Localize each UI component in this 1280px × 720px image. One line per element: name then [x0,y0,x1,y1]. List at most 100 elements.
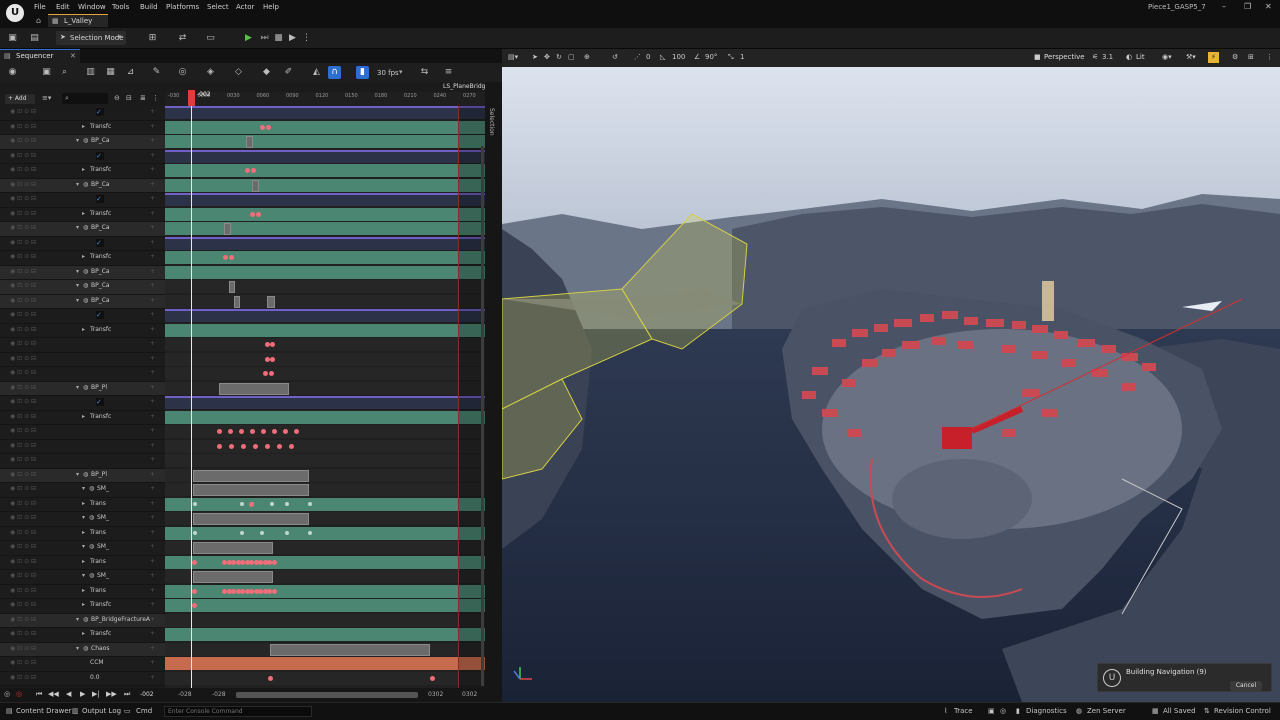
keyframe[interactable] [229,255,234,260]
visibility-icon[interactable]: ◉ ⊡ ⊙ ⊟ [10,500,36,507]
menu-build[interactable]: Build [140,3,158,11]
keyframe[interactable] [229,443,234,449]
scale-snap-value[interactable]: 1 [740,53,744,61]
list-icon[interactable]: ≣ [140,94,146,102]
keyframe[interactable] [289,443,294,449]
time-ruler[interactable]: -030 0000 0030 0060 0090 0120 0150 0180 0210 0240… [165,92,485,106]
keyframe[interactable] [285,501,289,506]
visibility-icon[interactable]: ◉ ⊡ ⊙ ⊟ [10,398,36,405]
section-bar[interactable] [193,571,273,583]
add-icon[interactable]: + [150,210,155,217]
chevron-down-icon[interactable]: ▾ [82,572,85,579]
menu-window[interactable]: Window [78,3,106,11]
lit-dropdown[interactable]: Lit [1136,53,1145,61]
visibility-icon[interactable]: ◉ ⊡ ⊙ ⊟ [10,659,36,666]
timeline-track[interactable] [165,439,485,453]
keyframe[interactable] [228,429,233,434]
surface-snap-icon[interactable]: ↺ [612,53,618,61]
visibility-icon[interactable]: ◉ ⊡ ⊙ ⊟ [10,572,36,579]
expand-icon[interactable]: ⊟ [126,94,132,102]
keyframe[interactable] [245,168,250,173]
chevron-right-icon[interactable]: ▸ [82,413,85,420]
visibility-icon[interactable]: ◉ ⊡ ⊙ ⊟ [10,311,36,318]
save-sequence-icon[interactable]: ▣ [40,66,53,79]
track-checkbox[interactable]: ✓ [96,398,104,406]
keyframe[interactable] [308,530,312,535]
eye-icon[interactable]: ◎ [176,66,189,79]
visibility-icon[interactable]: ◉ ⊡ ⊙ ⊟ [10,442,36,449]
chevron-right-icon[interactable]: ▸ [82,601,85,608]
outliner-row[interactable]: ◉ ⊡ ⊙ ⊟ ▾ ◍ SM_ + [0,512,165,527]
chevron-right-icon[interactable]: ▸ [82,210,85,217]
timeline-track[interactable] [165,309,485,322]
visibility-icon[interactable]: ◉ ⊡ ⊙ ⊟ [10,282,36,289]
visibility-icon[interactable]: ◉ ⊡ ⊙ ⊟ [10,268,36,275]
add-icon[interactable]: + [150,442,155,449]
visibility-icon[interactable]: ◉ ⊡ ⊙ ⊟ [10,471,36,478]
keyframe[interactable] [268,675,273,681]
keyframe[interactable] [239,429,244,434]
chevron-down-icon[interactable]: ▾ [76,282,79,289]
timeline-track[interactable] [165,265,485,279]
outliner-row[interactable]: ◉ ⊡ ⊙ ⊟ ▸ Transfc + [0,120,165,135]
chevron-down-icon[interactable]: ▾ [76,471,79,478]
timeline-track[interactable] [165,396,485,409]
visibility-icon[interactable]: ◉ ⊡ ⊙ ⊟ [10,355,36,362]
chevron-down-icon[interactable]: ▾ [76,181,79,188]
visibility-icon[interactable]: ◉ ⊡ ⊙ ⊟ [10,224,36,231]
chevron-right-icon[interactable]: ▸ [82,123,85,130]
outliner-row[interactable]: ◉ ⊡ ⊙ ⊟ ▾ ◍ SM_ + [0,570,165,585]
add-icon[interactable]: + [150,659,155,666]
timeline-track[interactable] [165,613,485,627]
menu-edit[interactable]: Edit [56,3,70,11]
add-icon[interactable]: + [150,340,155,347]
visibility-icon[interactable]: ◉ ⊡ ⊙ ⊟ [10,297,36,304]
grid-snap-icon[interactable]: ⋰ [634,53,641,61]
keyframe[interactable] [260,530,264,535]
visibility-icon[interactable]: ◉ ⊡ ⊙ ⊟ [10,645,36,652]
add-icon[interactable]: + [150,674,155,681]
more-options-icon[interactable]: ⋮ [1266,53,1273,61]
chevron-down-icon[interactable]: ▾ [76,616,79,623]
section-bar[interactable] [234,295,240,308]
keyframe[interactable] [294,429,299,434]
visibility-icon[interactable]: ◉ ⊡ ⊙ ⊟ [10,427,36,434]
timeline-track[interactable] [165,164,485,177]
stop-icon[interactable]: ■ [272,32,285,45]
chevron-down-icon[interactable]: ▾ [76,384,79,391]
unreal-logo-icon[interactable]: U [6,4,24,22]
menu-platforms[interactable]: Platforms [166,3,199,11]
timeline-track[interactable] [165,323,485,337]
add-icon[interactable]: + [150,529,155,536]
outliner-row[interactable]: ◉ ⊡ ⊙ ⊟ ✓ + [0,193,165,208]
keyframe[interactable] [217,443,222,449]
step-icon[interactable]: ⏭ [258,32,271,45]
chevron-right-icon[interactable]: ▸ [82,166,85,173]
keyframe[interactable] [241,443,246,449]
keyframe[interactable] [308,501,312,506]
angle-snap-icon[interactable]: ∠ [694,53,700,61]
visibility-icon[interactable]: ◉ ⊡ ⊙ ⊟ [10,587,36,594]
section-bar[interactable] [219,382,289,395]
keyframe[interactable] [250,429,255,434]
outliner-row[interactable]: ◉ ⊡ ⊙ ⊟ ▾ ◍ BP_Ca + [0,294,165,309]
add-icon[interactable]: + [150,297,155,304]
chevron-down-icon[interactable]: ▾ [82,514,85,521]
outliner-row[interactable]: ◉ ⊡ ⊙ ⊟ + [0,425,165,440]
prev-frame-icon[interactable]: ◀ [66,690,71,698]
visibility-icon[interactable]: ◉ ⊡ ⊙ ⊟ [10,137,36,144]
scale-icon[interactable]: ▢ [568,53,575,61]
timeline-track[interactable] [165,251,485,264]
zoom-value[interactable]: 100 [672,53,685,61]
outliner-row[interactable]: ◉ ⊡ ⊙ ⊟ ▾ ◍ BP_Ca + [0,280,165,295]
add-icon[interactable]: + [150,355,155,362]
visibility-icon[interactable]: ◉ ⊡ ⊙ ⊟ [10,253,36,260]
collapse-icon[interactable]: ⊖ [114,94,120,102]
sequencer-side-tab[interactable]: Selection [485,82,502,688]
save-icon[interactable]: ▣ [6,32,19,45]
visibility-icon[interactable]: ◉ ⊡ ⊙ ⊟ [10,485,36,492]
keyframe[interactable] [192,559,197,565]
outliner-row[interactable]: ◉ ⊡ ⊙ ⊟ ✓ + [0,236,165,251]
add-icon[interactable]: + [150,601,155,608]
visibility-icon[interactable]: ◉ ⊡ ⊙ ⊟ [10,123,36,130]
